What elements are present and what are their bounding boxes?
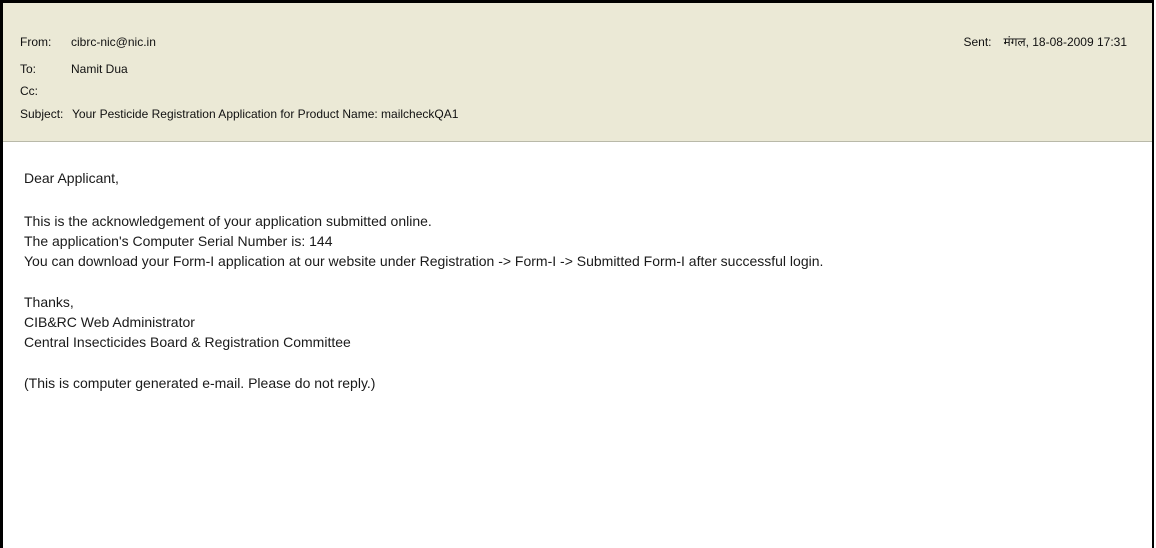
footer-note: (This is computer generated e-mail. Plea…	[24, 375, 376, 391]
subject-value: Your Pesticide Registration Application …	[72, 107, 459, 121]
sent-value: मंगल, 18-08-2009 17:31	[1003, 35, 1127, 49]
from-label: From:	[20, 35, 52, 49]
body-line-1: This is the acknowledgement of your appl…	[24, 213, 432, 229]
to-row: To: Namit Dua	[3, 59, 1152, 79]
body-line-3: You can download your Form-I application…	[24, 253, 824, 269]
email-header: From: cibrc-nic@nic.in Sent: मंगल, 18-08-…	[3, 3, 1152, 142]
signature-line-2: Central Insecticides Board & Registratio…	[24, 334, 351, 350]
from-value[interactable]: cibrc-nic@nic.in	[71, 32, 156, 52]
to-label: To:	[20, 62, 37, 76]
email-body: Dear Applicant, This is the acknowledgem…	[24, 168, 1132, 393]
sent-row: Sent: मंगल, 18-08-2009 17:31	[963, 32, 1127, 52]
greeting-text: Dear Applicant,	[24, 170, 119, 186]
email-window: From: cibrc-nic@nic.in Sent: मंगल, 18-08-…	[0, 0, 1154, 548]
thanks-text: Thanks,	[24, 294, 74, 310]
signature-line-1: CIB&RC Web Administrator	[24, 314, 195, 330]
subject-label: Subject:	[20, 107, 64, 121]
cc-label: Cc:	[20, 84, 38, 98]
cc-row: Cc:	[3, 81, 1152, 101]
sent-label: Sent:	[963, 35, 992, 49]
subject-row: Subject: Your Pesticide Registration App…	[3, 104, 1152, 124]
to-value[interactable]: Namit Dua	[71, 59, 128, 79]
body-line-2: The application's Computer Serial Number…	[24, 233, 333, 249]
